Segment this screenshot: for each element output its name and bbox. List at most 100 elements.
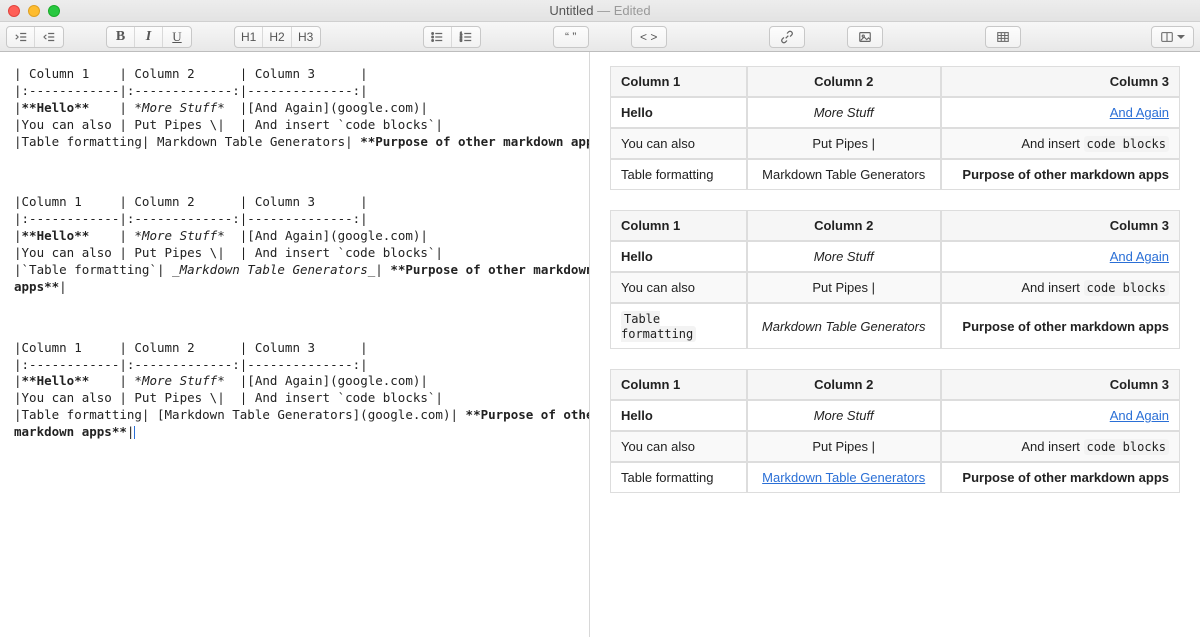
preview-pane: Column 1Column 2Column 3HelloMore StuffA… — [590, 52, 1200, 637]
bullet-list-button[interactable] — [424, 27, 452, 47]
table-row: Table formatting Markdown Table Generator… — [610, 462, 1180, 493]
zoom-button[interactable] — [48, 5, 60, 17]
table-header: Column 3 — [941, 66, 1180, 97]
preview-link[interactable]: And Again — [1110, 408, 1169, 423]
window-titlebar: Untitled — Edited — [0, 0, 1200, 22]
list-group: 123 — [423, 26, 481, 48]
source-line[interactable]: |Column 1 | Column 2 | Column 3 | — [14, 194, 581, 211]
outdent-button[interactable] — [7, 27, 35, 47]
table-row: Table formattingMarkdown Table Generator… — [610, 159, 1180, 190]
table-cell: And Again — [941, 241, 1180, 272]
table-cell: Hello — [610, 400, 747, 431]
h3-button[interactable]: H3 — [292, 27, 320, 47]
underline-button[interactable]: U — [163, 27, 191, 47]
table-cell: And Again — [941, 97, 1180, 128]
table-row: You can alsoPut Pipes |And insert code b… — [610, 431, 1180, 462]
table-cell: Put Pipes | — [747, 272, 941, 303]
source-line[interactable]: markdown apps**| — [14, 424, 581, 441]
source-line[interactable]: |You can also | Put Pipes \| | And inser… — [14, 245, 581, 262]
source-line[interactable]: |**Hello** | *More Stuff* |[And Again](g… — [14, 228, 581, 245]
preview-link[interactable]: Markdown Table Generators — [762, 470, 925, 485]
table-cell: Markdown Table Generators — [747, 303, 941, 349]
bold-button[interactable]: B — [107, 27, 135, 47]
preview-table: Column 1Column 2Column 3HelloMore StuffA… — [610, 369, 1180, 493]
text-style-group: B I U — [106, 26, 192, 48]
window-title: Untitled — Edited — [0, 3, 1200, 18]
svg-text:3: 3 — [460, 37, 463, 42]
table-row: HelloMore Stuff And Again — [610, 400, 1180, 431]
link-button[interactable] — [769, 26, 805, 48]
quote-button[interactable]: “ ” — [553, 26, 589, 48]
source-line[interactable]: |:------------|:-------------:|---------… — [14, 211, 581, 228]
preview-link[interactable]: And Again — [1110, 105, 1169, 120]
table-cell: Markdown Table Generators — [747, 462, 941, 493]
source-block: |Column 1 | Column 2 | Column 3 ||:-----… — [14, 340, 581, 441]
italic-button[interactable]: I — [135, 27, 163, 47]
table-header: Column 2 — [747, 369, 941, 400]
table-header: Column 3 — [941, 369, 1180, 400]
table-cell: Put Pipes | — [747, 128, 941, 159]
toolbar: B I U H1 H2 H3 123 “ ” < > — [0, 22, 1200, 52]
image-button[interactable] — [847, 26, 883, 48]
text-cursor — [134, 426, 135, 439]
layout-toggle-button[interactable] — [1151, 26, 1194, 48]
table-header: Column 1 — [610, 66, 747, 97]
source-block: | Column 1 | Column 2 | Column 3 ||:----… — [14, 66, 581, 150]
source-line[interactable]: |**Hello** | *More Stuff* |[And Again](g… — [14, 373, 581, 390]
source-line[interactable]: |:------------|:-------------:|---------… — [14, 357, 581, 374]
source-line[interactable]: |**Hello** | *More Stuff* |[And Again](g… — [14, 100, 581, 117]
ordered-list-button[interactable]: 123 — [452, 27, 480, 47]
table-row: Table formattingMarkdown Table Generator… — [610, 303, 1180, 349]
indent-button[interactable] — [35, 27, 63, 47]
source-editor[interactable]: | Column 1 | Column 2 | Column 3 ||:----… — [0, 52, 590, 637]
table-cell: Table formatting — [610, 462, 747, 493]
heading-group: H1 H2 H3 — [234, 26, 321, 48]
table-cell: Put Pipes | — [747, 431, 941, 462]
code-block-button[interactable]: < > — [631, 26, 667, 48]
source-line[interactable]: |:------------|:-------------:|---------… — [14, 83, 581, 100]
table-header: Column 2 — [747, 66, 941, 97]
source-line[interactable]: |Column 1 | Column 2 | Column 3 | — [14, 340, 581, 357]
table-cell: And insert code blocks — [941, 431, 1180, 462]
table-row: You can alsoPut Pipes |And insert code b… — [610, 128, 1180, 159]
table-cell: Table formatting — [610, 303, 747, 349]
source-line[interactable]: |Table formatting| Markdown Table Genera… — [14, 134, 581, 151]
source-line[interactable]: apps**| — [14, 279, 581, 296]
h1-button[interactable]: H1 — [235, 27, 263, 47]
table-cell: You can also — [610, 272, 747, 303]
source-line[interactable]: |You can also | Put Pipes \| | And inser… — [14, 390, 581, 407]
table-header: Column 3 — [941, 210, 1180, 241]
table-button[interactable] — [985, 26, 1021, 48]
h2-button[interactable]: H2 — [263, 27, 291, 47]
table-cell: You can also — [610, 431, 747, 462]
table-cell: Hello — [610, 241, 747, 272]
table-cell: You can also — [610, 128, 747, 159]
minimize-button[interactable] — [28, 5, 40, 17]
preview-link[interactable]: And Again — [1110, 249, 1169, 264]
source-line[interactable]: |`Table formatting`| _Markdown Table Gen… — [14, 262, 581, 279]
indent-group — [6, 26, 64, 48]
split-panes: | Column 1 | Column 2 | Column 3 ||:----… — [0, 52, 1200, 637]
caret-down-icon — [1177, 35, 1185, 39]
table-row: HelloMore StuffAnd Again — [610, 241, 1180, 272]
close-button[interactable] — [8, 5, 20, 17]
preview-table: Column 1Column 2Column 3HelloMore StuffA… — [610, 210, 1180, 349]
table-header: Column 1 — [610, 210, 747, 241]
table-cell: More Stuff — [747, 400, 941, 431]
document-status: Edited — [614, 3, 651, 18]
table-cell: Purpose of other markdown apps — [941, 159, 1180, 190]
table-cell: Table formatting — [610, 159, 747, 190]
table-header: Column 2 — [747, 210, 941, 241]
table-cell: Markdown Table Generators — [747, 159, 941, 190]
table-cell: Purpose of other markdown apps — [941, 303, 1180, 349]
source-line[interactable]: |You can also | Put Pipes \| | And inser… — [14, 117, 581, 134]
table-header: Column 1 — [610, 369, 747, 400]
preview-table: Column 1Column 2Column 3HelloMore StuffA… — [610, 66, 1180, 190]
table-cell: And Again — [941, 400, 1180, 431]
source-block: |Column 1 | Column 2 | Column 3 ||:-----… — [14, 194, 581, 295]
table-cell: Purpose of other markdown apps — [941, 462, 1180, 493]
source-line[interactable]: |Table formatting| [Markdown Table Gener… — [14, 407, 581, 424]
table-row: You can alsoPut Pipes |And insert code b… — [610, 272, 1180, 303]
source-line[interactable]: | Column 1 | Column 2 | Column 3 | — [14, 66, 581, 83]
table-cell: And insert code blocks — [941, 128, 1180, 159]
